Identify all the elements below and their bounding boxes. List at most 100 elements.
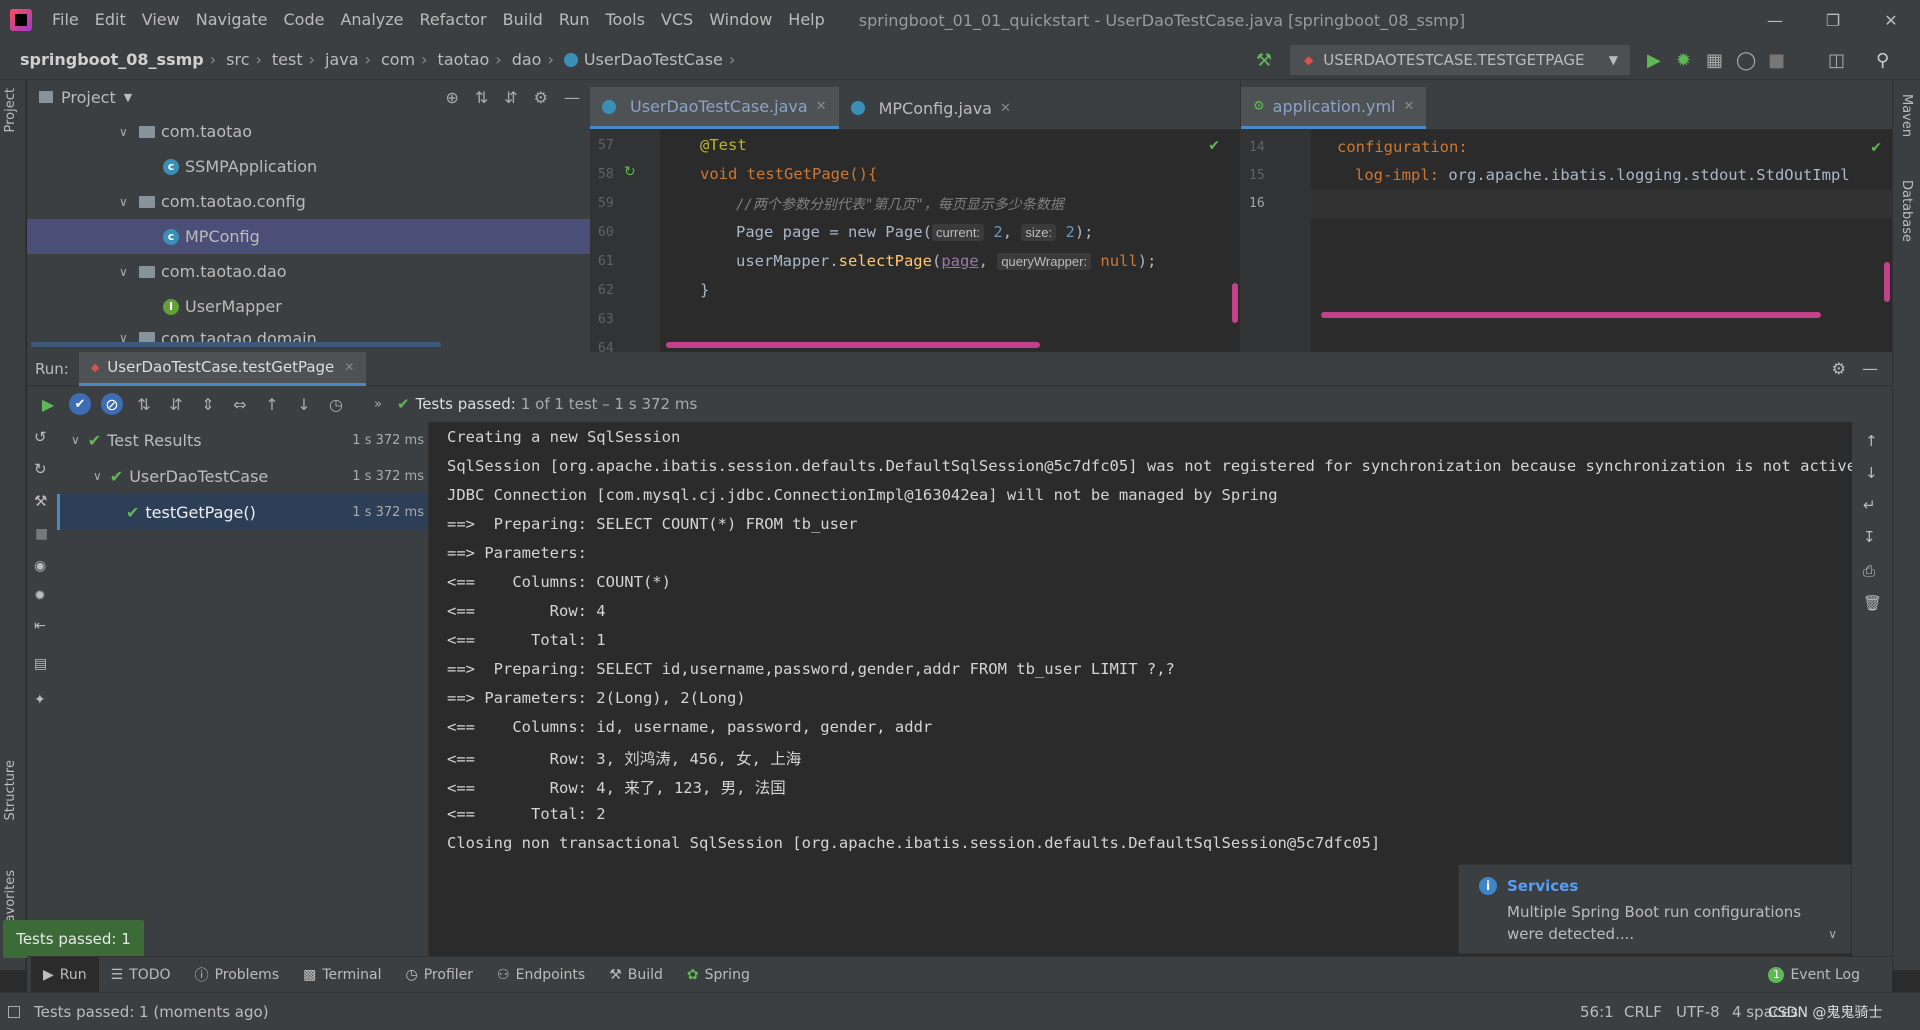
stop-icon[interactable]: ■ bbox=[1768, 50, 1785, 71]
rerun-icon[interactable]: ▶ bbox=[37, 393, 59, 415]
code-line-62[interactable]: } bbox=[700, 281, 709, 299]
chevron-down-icon[interactable]: ∨ bbox=[119, 125, 133, 139]
sort-duration-icon[interactable]: ⇵ bbox=[165, 393, 187, 415]
close-tab-icon[interactable]: ✕ bbox=[344, 360, 354, 374]
coverage-icon[interactable]: ▦ bbox=[1706, 50, 1723, 71]
horizontal-scrollbar[interactable] bbox=[31, 342, 441, 347]
vertical-scrollbar[interactable] bbox=[1232, 283, 1238, 323]
close-tab-icon[interactable]: ✕ bbox=[816, 99, 827, 114]
breadcrumb-com[interactable]: com bbox=[381, 50, 415, 69]
build-hammer-icon[interactable]: ⚒ bbox=[1256, 50, 1272, 71]
gear-icon[interactable]: ⚙ bbox=[534, 88, 548, 107]
debug-icon[interactable]: ✹ bbox=[1676, 50, 1691, 71]
restore-icon[interactable]: ❐ bbox=[1804, 0, 1862, 40]
soft-wrap-icon[interactable]: ↵ bbox=[1863, 496, 1876, 514]
exit-icon[interactable]: ⇤ bbox=[34, 618, 46, 634]
previous-icon[interactable]: ↑ bbox=[261, 393, 283, 415]
toggle-tool-windows-icon[interactable] bbox=[8, 1005, 20, 1018]
test-tree-method[interactable]: ✔ testGetPage() 1 s 372 ms bbox=[57, 494, 428, 530]
menu-refactor[interactable]: Refactor bbox=[412, 0, 495, 40]
breadcrumb-class[interactable]: UserDaoTestCase bbox=[584, 50, 723, 69]
layout-icon[interactable]: ▤ bbox=[34, 656, 47, 672]
menu-tools[interactable]: Tools bbox=[598, 0, 653, 40]
tab-run[interactable]: ▶ Run bbox=[31, 957, 99, 992]
run-tab[interactable]: ◆ UserDaoTestCase.testGetPage ✕ bbox=[78, 351, 367, 386]
menu-file[interactable]: File bbox=[44, 0, 87, 40]
code-line-58[interactable]: void testGetPage(){ bbox=[700, 165, 877, 183]
expand-all-icon[interactable]: ⇕ bbox=[197, 393, 219, 415]
tab-terminal[interactable]: ▩ Terminal bbox=[291, 967, 393, 983]
print-icon[interactable]: ⎙ bbox=[1863, 562, 1875, 580]
file-encoding[interactable]: UTF-8 bbox=[1676, 1003, 1720, 1021]
project-structure-icon[interactable]: ◫ bbox=[1828, 50, 1845, 71]
chevron-down-icon[interactable]: ∨ bbox=[119, 265, 133, 279]
collapse-all-icon[interactable]: ⇵ bbox=[504, 88, 517, 107]
notification-title[interactable]: Services bbox=[1507, 877, 1578, 895]
tree-item-com-taotao-config[interactable]: ∨ com.taotao.config bbox=[27, 184, 590, 219]
close-tab-icon[interactable]: ✕ bbox=[1404, 99, 1415, 114]
pin-icon[interactable]: ✦ bbox=[34, 692, 46, 708]
tree-item-usermapper[interactable]: I UserMapper bbox=[27, 289, 590, 324]
caret-position[interactable]: 56:1 bbox=[1580, 1003, 1614, 1021]
tree-item-com-taotao-domain[interactable]: ∨ com.taotao.domain bbox=[27, 324, 590, 352]
tab-endpoints[interactable]: ⚇ Endpoints bbox=[485, 967, 597, 983]
menu-analyze[interactable]: Analyze bbox=[332, 0, 411, 40]
tree-item-ssmpapplication[interactable]: c SSMPApplication bbox=[27, 149, 590, 184]
project-tool-tab[interactable]: Project bbox=[3, 88, 18, 132]
menu-window[interactable]: Window bbox=[701, 0, 780, 40]
toggle-auto-test-icon[interactable]: ↻ bbox=[34, 460, 47, 478]
tab-profiler[interactable]: ◷ Profiler bbox=[394, 967, 486, 983]
inspection-ok-icon[interactable]: ✔ bbox=[1208, 138, 1220, 154]
menu-run[interactable]: Run bbox=[551, 0, 598, 40]
tab-build[interactable]: ⚒ Build bbox=[597, 967, 675, 983]
horizontal-scrollbar[interactable] bbox=[1321, 312, 1821, 318]
profile-icon[interactable]: ◯ bbox=[1736, 50, 1756, 71]
tab-mpconfig[interactable]: MPConfig.java ✕ bbox=[839, 87, 1023, 129]
debug-icon[interactable]: ✹ bbox=[34, 588, 46, 604]
menu-vcs[interactable]: VCS bbox=[653, 0, 701, 40]
inspection-ok-icon[interactable]: ✔ bbox=[1870, 140, 1882, 156]
close-tab-icon[interactable]: ✕ bbox=[1000, 101, 1011, 116]
trash-icon[interactable]: 🗑 bbox=[1863, 594, 1882, 612]
minimize-icon[interactable]: — bbox=[1746, 0, 1804, 40]
tests-passed-toast[interactable]: Tests passed: 1 bbox=[3, 920, 144, 958]
tree-item-com-taotao-dao[interactable]: ∨ com.taotao.dao bbox=[27, 254, 590, 289]
tab-spring[interactable]: ✿ Spring bbox=[675, 967, 762, 983]
show-ignored-icon[interactable]: ⊘ bbox=[101, 393, 123, 415]
stop-icon[interactable]: ■ bbox=[35, 526, 48, 542]
code-line-60[interactable]: Page page = new Page(current: 2, size: 2… bbox=[736, 223, 1094, 241]
code-line-61[interactable]: userMapper.selectPage(page, queryWrapper… bbox=[736, 252, 1156, 270]
project-panel-title[interactable]: Project bbox=[61, 88, 116, 107]
down-icon[interactable]: ↓ bbox=[1865, 464, 1878, 482]
more-icon[interactable]: » bbox=[367, 393, 389, 415]
chevron-down-icon[interactable]: ∨ bbox=[71, 433, 80, 447]
chevron-down-icon[interactable]: ∨ bbox=[119, 195, 133, 209]
vertical-scrollbar[interactable] bbox=[1884, 262, 1890, 302]
wrench-icon[interactable]: ⚒ bbox=[34, 492, 47, 510]
chevron-down-icon[interactable]: ∨ bbox=[93, 469, 102, 483]
yml-line-14[interactable]: configuration: bbox=[1337, 138, 1468, 156]
rerun-failed-icon[interactable]: ↺ bbox=[34, 428, 47, 446]
breadcrumb-taotao[interactable]: taotao bbox=[438, 50, 490, 69]
tree-item-com-taotao[interactable]: ∨ com.taotao bbox=[27, 114, 590, 149]
chevron-down-icon[interactable]: ▼ bbox=[124, 91, 132, 104]
status-message[interactable]: Tests passed: 1 (moments ago) bbox=[34, 1003, 269, 1021]
camera-icon[interactable]: ◉ bbox=[34, 558, 46, 574]
hide-icon[interactable]: — bbox=[564, 88, 580, 107]
breadcrumb-src[interactable]: src bbox=[226, 50, 249, 69]
breadcrumb-test[interactable]: test bbox=[272, 50, 303, 69]
test-tree-root[interactable]: ∨ ✔ Test Results 1 s 372 ms bbox=[57, 422, 428, 458]
line-separator[interactable]: CRLF bbox=[1624, 1003, 1662, 1021]
menu-help[interactable]: Help bbox=[780, 0, 832, 40]
history-icon[interactable]: ◷ bbox=[325, 393, 347, 415]
scroll-to-end-icon[interactable]: ↧ bbox=[1863, 528, 1876, 546]
tree-item-mpconfig[interactable]: c MPConfig bbox=[27, 219, 590, 254]
tab-userdaotestcase[interactable]: UserDaoTestCase.java ✕ bbox=[590, 87, 839, 129]
structure-tool-tab[interactable]: Structure bbox=[3, 760, 18, 820]
menu-code[interactable]: Code bbox=[276, 0, 333, 40]
tab-todo[interactable]: ☰ TODO bbox=[99, 967, 183, 983]
hide-icon[interactable]: — bbox=[1862, 359, 1878, 378]
menu-view[interactable]: View bbox=[134, 0, 188, 40]
menu-navigate[interactable]: Navigate bbox=[188, 0, 276, 40]
maven-tool-tab[interactable]: Maven bbox=[1899, 94, 1914, 137]
